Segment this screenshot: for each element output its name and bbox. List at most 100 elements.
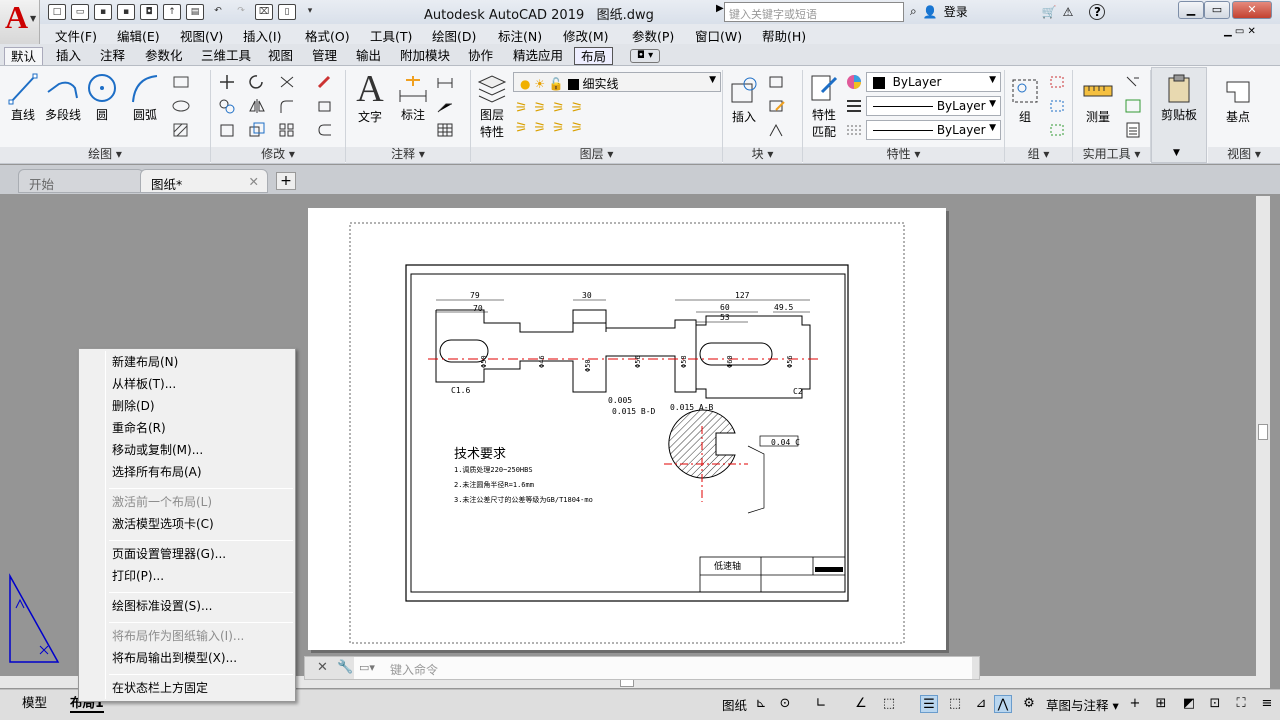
vertical-scroll-thumb[interactable] xyxy=(1258,424,1268,440)
draw-panel-label[interactable]: 绘图 ▾ xyxy=(0,147,210,163)
customize-icon[interactable]: ≡ xyxy=(1258,695,1276,713)
menu-rename[interactable]: 重命名(R) xyxy=(112,418,166,438)
scale-icon[interactable] xyxy=(248,122,266,138)
menu-dimension[interactable]: 标注(N) xyxy=(498,26,542,45)
print-icon[interactable]: ▤ xyxy=(186,4,204,20)
redo-icon[interactable]: ↷ xyxy=(232,4,250,20)
group-edit-icon[interactable] xyxy=(1048,98,1066,114)
dimension-tool[interactable]: 标注 xyxy=(395,72,431,123)
tab-featured-apps[interactable]: 精选应用 xyxy=(507,47,569,65)
edit-attributes-icon[interactable] xyxy=(768,122,786,138)
array-icon[interactable] xyxy=(278,122,296,138)
menu-parametric[interactable]: 参数(P) xyxy=(632,26,674,45)
menu-file[interactable]: 文件(F) xyxy=(55,26,97,45)
help-icon[interactable]: ? xyxy=(1089,3,1106,20)
close-icon[interactable]: ✕ xyxy=(317,660,328,675)
menu-from-template[interactable]: 从样板(T)... xyxy=(112,374,176,394)
snap-icon[interactable]: ⊙ xyxy=(776,695,794,713)
menu-view[interactable]: 视图(V) xyxy=(180,26,223,45)
leader-icon[interactable] xyxy=(436,98,454,114)
insert-block-tool[interactable]: 插入 xyxy=(728,74,760,125)
ribbon-toggle-button[interactable]: ◘ ▾ xyxy=(630,49,661,63)
menu-export-layout-to-model[interactable]: 将布局输出到模型(X)... xyxy=(112,648,237,668)
fillet-icon[interactable] xyxy=(278,98,296,114)
hatch-icon[interactable] xyxy=(172,122,190,138)
menu-modify[interactable]: 修改(M) xyxy=(563,26,609,45)
vertical-scrollbar[interactable] xyxy=(1256,196,1270,676)
fullscreen-icon[interactable]: ⛶ xyxy=(1232,695,1250,713)
tab-drawing[interactable]: 图纸* ✕ xyxy=(140,169,268,193)
menu-format[interactable]: 格式(O) xyxy=(305,26,350,45)
base-view-tool[interactable]: 基点 xyxy=(1218,74,1258,125)
view-panel-label[interactable]: 视图 ▾ xyxy=(1208,147,1280,163)
menu-select-all-layouts[interactable]: 选择所有布局(A) xyxy=(112,462,202,482)
modify-panel-label[interactable]: 修改 ▾ xyxy=(211,147,345,163)
polyline-tool[interactable]: 多段线 xyxy=(44,72,82,123)
tab-model[interactable]: 模型 xyxy=(22,692,47,711)
tab-3d-tools[interactable]: 三维工具 xyxy=(195,47,257,65)
layer-properties-tool[interactable]: 图层 特性 xyxy=(474,72,510,140)
menu-new-layout[interactable]: 新建布局(N) xyxy=(112,352,178,372)
upload-icon[interactable]: ↑ xyxy=(163,4,181,20)
lineweight-icon[interactable] xyxy=(845,98,863,114)
rotate-icon[interactable] xyxy=(248,74,266,90)
chevron-down-icon[interactable]: ▼ xyxy=(1173,148,1180,158)
tab-start[interactable]: 开始 xyxy=(18,169,144,193)
annotation-monitor-icon[interactable]: ⋀ xyxy=(994,695,1012,713)
trim-icon[interactable] xyxy=(278,74,296,90)
close-tab-icon[interactable]: ✕ xyxy=(249,174,259,189)
text-tool[interactable]: A 文字 xyxy=(352,70,388,125)
selection-cycle-icon[interactable]: ⊿ xyxy=(972,695,990,713)
paste-tool[interactable]: 剪贴板 xyxy=(1156,72,1202,123)
stretch-icon[interactable] xyxy=(218,122,236,138)
properties-icon[interactable]: ▯ xyxy=(278,4,296,20)
web-mobile-icon[interactable]: ◘ xyxy=(140,4,158,20)
menu-help[interactable]: 帮助(H) xyxy=(762,26,806,45)
a360-icon[interactable]: ⚠ xyxy=(1063,5,1074,19)
tab-layout[interactable]: 布局 xyxy=(574,47,614,65)
grid-icon[interactable]: ⊾ xyxy=(752,695,770,713)
menu-plot[interactable]: 打印(P)... xyxy=(112,566,164,586)
menu-move-copy[interactable]: 移动或复制(M)... xyxy=(112,440,203,460)
menu-activate-model-tab[interactable]: 激活模型选项卡(C) xyxy=(112,514,214,534)
paper-space-label[interactable]: 图纸 xyxy=(722,695,747,714)
clean-screen-icon[interactable]: ⊡ xyxy=(1206,695,1224,713)
tab-output[interactable]: 输出 xyxy=(350,47,387,65)
ellipse-icon[interactable] xyxy=(172,98,190,114)
rectangle-icon[interactable] xyxy=(172,74,190,90)
save-as-icon[interactable]: ▪ xyxy=(117,4,135,20)
linetype-dropdown[interactable]: ByLayer ▼ xyxy=(866,96,1001,116)
qat-dropdown-icon[interactable]: ▾ xyxy=(301,4,319,20)
erase-icon[interactable] xyxy=(316,74,334,90)
linetype-icon[interactable] xyxy=(845,122,863,138)
annotation-panel-label[interactable]: 注释 ▾ xyxy=(346,147,470,163)
new-tab-button[interactable]: + xyxy=(276,172,296,190)
transparency-icon[interactable]: ⬚ xyxy=(946,695,964,713)
search-expand-icon[interactable]: ▶ xyxy=(716,3,724,14)
cart-icon[interactable]: 🛒 xyxy=(1042,5,1057,19)
menu-import-layout-as-sheet[interactable]: 将布局作为图纸输入(I)... xyxy=(112,626,244,646)
lineweight-toggle-icon[interactable]: ☰ xyxy=(920,695,938,713)
osnap-icon[interactable]: ⬚ xyxy=(880,695,898,713)
copy-icon[interactable] xyxy=(218,98,236,114)
color-dropdown[interactable]: ByLayer ▼ xyxy=(866,72,1001,92)
menu-delete[interactable]: 删除(D) xyxy=(112,396,155,416)
tab-parametric[interactable]: 参数化 xyxy=(139,47,189,65)
tab-default[interactable]: 默认 xyxy=(4,47,44,65)
groups-panel-label[interactable]: 组 ▾ xyxy=(1005,147,1072,163)
calculator-icon[interactable] xyxy=(1124,122,1142,138)
tab-manage[interactable]: 管理 xyxy=(306,47,343,65)
layer-tools-grid[interactable]: ⚞⚞⚞⚞ ⚞⚞⚞⚞ xyxy=(515,98,635,138)
quick-select-icon[interactable] xyxy=(1124,74,1142,90)
binoculars-icon[interactable]: ⌕ xyxy=(910,4,917,19)
group-select-icon[interactable] xyxy=(1048,122,1066,138)
menu-window[interactable]: 窗口(W) xyxy=(695,26,742,45)
tab-collaborate[interactable]: 协作 xyxy=(462,47,499,65)
new-file-icon[interactable]: □ xyxy=(48,4,66,20)
save-icon[interactable]: ▪ xyxy=(94,4,112,20)
offset-icon[interactable] xyxy=(316,122,334,138)
menu-page-setup-manager[interactable]: 页面设置管理器(G)... xyxy=(112,544,226,564)
plus-icon[interactable]: + xyxy=(1126,695,1144,713)
select-all-icon[interactable] xyxy=(1124,98,1142,114)
search-input[interactable]: 键入关键字或短语 xyxy=(724,2,904,22)
